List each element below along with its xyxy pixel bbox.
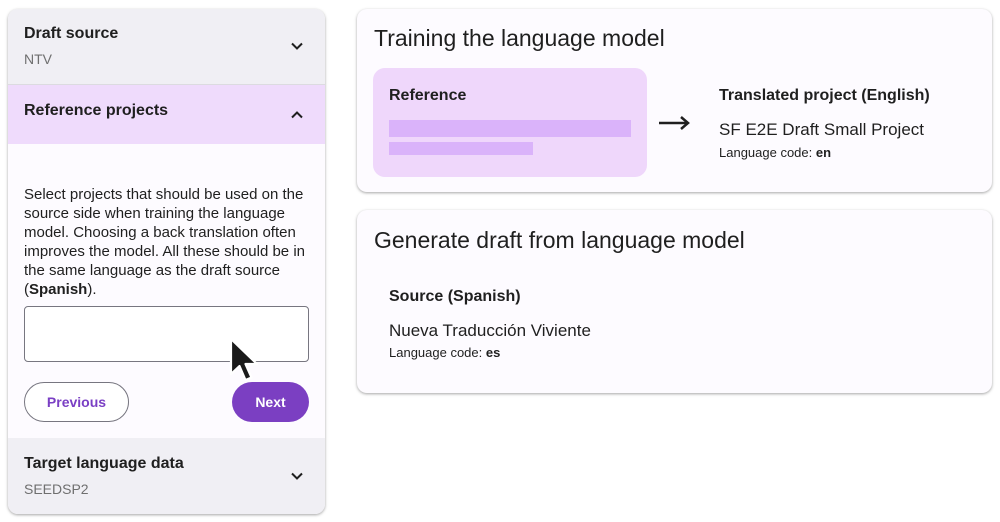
loading-placeholder bbox=[389, 142, 533, 155]
generate-card-title: Generate draft from language model bbox=[374, 227, 745, 253]
next-button[interactable]: Next bbox=[232, 382, 309, 422]
chevron-down-icon[interactable] bbox=[289, 38, 305, 54]
draft-source-header[interactable]: Draft source NTV bbox=[8, 9, 325, 85]
draft-source-title: Draft source bbox=[24, 25, 119, 42]
translated-project-label: Translated project (English) bbox=[719, 87, 930, 104]
reference-projects-header[interactable]: Reference projects bbox=[8, 85, 325, 144]
reference-projects-title: Reference projects bbox=[24, 102, 169, 119]
reference-label: Reference bbox=[389, 87, 467, 104]
translated-project-name: SF E2E Draft Small Project bbox=[719, 120, 925, 139]
source-project-name: Nueva Traducción Viviente bbox=[389, 321, 591, 340]
source-label: Source (Spanish) bbox=[389, 288, 521, 305]
target-language-data-title: Target language data bbox=[24, 455, 184, 472]
translated-language-code: Language code: en bbox=[719, 145, 832, 160]
draft-source-language: Spanish bbox=[29, 281, 88, 298]
training-card: Training the language model Reference Tr… bbox=[357, 9, 992, 192]
loading-placeholder bbox=[389, 120, 631, 137]
chevron-down-icon[interactable] bbox=[289, 468, 305, 484]
training-card-title: Training the language model bbox=[374, 25, 665, 51]
target-language-data-value: SEEDSP2 bbox=[24, 481, 89, 497]
reference-box: Reference bbox=[373, 68, 647, 177]
arrow-right-icon bbox=[657, 113, 693, 133]
previous-button[interactable]: Previous bbox=[24, 382, 129, 422]
generate-card: Generate draft from language model Sourc… bbox=[357, 210, 992, 393]
reference-project-select[interactable] bbox=[24, 306, 309, 362]
stepper-panel: Draft source NTV Reference projects Sele… bbox=[8, 9, 325, 514]
source-language-code: Language code: es bbox=[389, 345, 501, 360]
reference-projects-body: Select projects that should be used on t… bbox=[8, 144, 325, 438]
chevron-up-icon[interactable] bbox=[289, 107, 305, 123]
reference-projects-description: Select projects that should be used on t… bbox=[24, 186, 305, 298]
target-language-data-header[interactable]: Target language data SEEDSP2 bbox=[8, 438, 325, 514]
draft-source-value: NTV bbox=[24, 51, 52, 67]
